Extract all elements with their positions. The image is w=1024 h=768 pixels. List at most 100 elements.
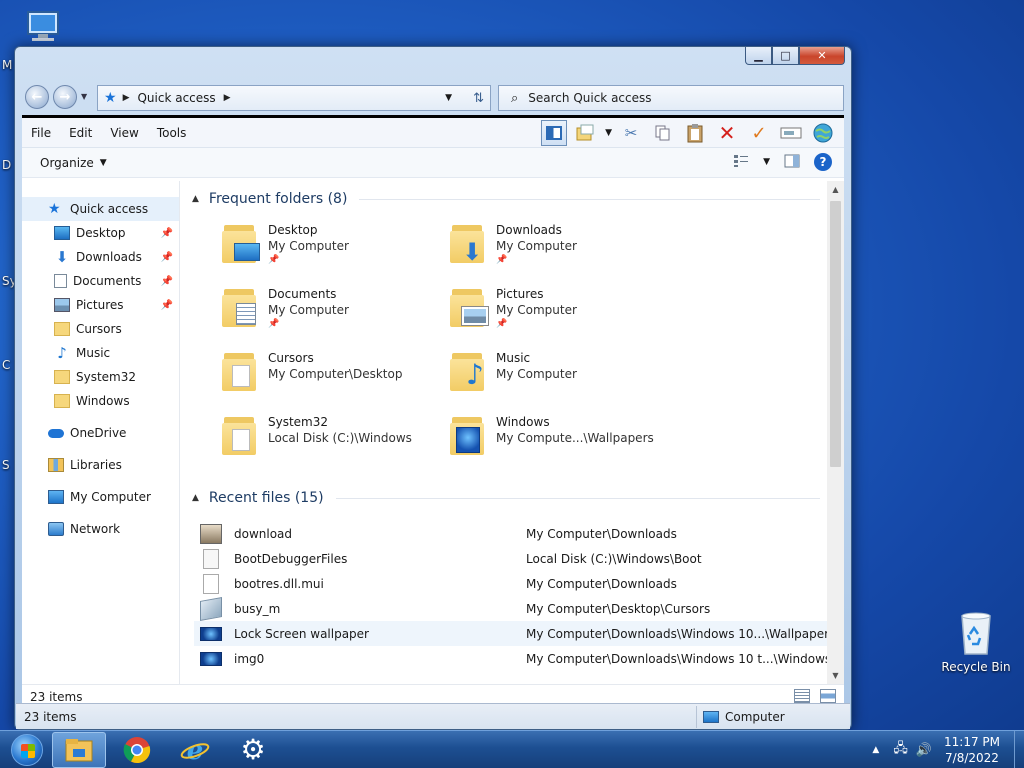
sidebar-item-my-computer[interactable]: My Computer xyxy=(22,485,179,509)
recent-file-row[interactable]: img0 My Computer\Downloads\Windows 10 t.… xyxy=(194,646,828,671)
large-icons-view-icon[interactable] xyxy=(820,689,836,703)
view-dropdown-icon[interactable]: ▼ xyxy=(763,157,770,167)
search-icon: ⌕ xyxy=(511,90,519,106)
menu-view[interactable]: View xyxy=(101,126,147,140)
search-box[interactable]: ⌕ Search Quick access xyxy=(498,85,844,111)
pin-icon: 📌 xyxy=(160,275,173,287)
sidebar-item-cursors[interactable]: Cursors xyxy=(22,317,179,341)
folder-tile-pictures[interactable]: Pictures My Computer 📌 xyxy=(450,287,670,345)
delete-button[interactable]: ✕ xyxy=(714,120,740,146)
pin-icon: 📌 xyxy=(496,255,508,265)
main-area: ★ Quick access Desktop 📌 ⬇ Downloads 📌 D… xyxy=(22,181,844,684)
collapse-triangle-icon[interactable]: ▲ xyxy=(192,493,199,503)
clock[interactable]: 11:17 PM 7/8/2022 xyxy=(940,734,1004,766)
desktop-computer-icon[interactable] xyxy=(22,10,66,50)
search-placeholder[interactable]: Search Quick access xyxy=(528,91,651,105)
help-button[interactable]: ? xyxy=(814,153,832,171)
navigation-pane: ★ Quick access Desktop 📌 ⬇ Downloads 📌 D… xyxy=(22,181,180,684)
organize-button[interactable]: Organize xyxy=(40,156,94,170)
frequent-folders-header[interactable]: ▲ Frequent folders (8) xyxy=(192,191,820,207)
show-desktop-button[interactable] xyxy=(1014,731,1024,768)
recent-file-row[interactable]: Lock Screen wallpaper My Computer\Downlo… xyxy=(194,621,828,646)
sidebar-item-network[interactable]: Network xyxy=(22,517,179,541)
preview-pane-button[interactable] xyxy=(784,154,800,171)
recent-file-row[interactable]: BootDebuggerFiles Local Disk (C:)\Window… xyxy=(194,546,828,571)
properties-dropdown-icon[interactable]: ▼ xyxy=(605,128,612,138)
recent-file-row[interactable]: download My Computer\Downloads xyxy=(194,521,828,546)
sidebar-item-system32[interactable]: System32 xyxy=(22,365,179,389)
breadcrumb-chevron-icon[interactable]: ▶ xyxy=(123,93,130,103)
collapse-triangle-icon[interactable]: ▲ xyxy=(192,194,199,204)
file-path: My Computer\Downloads\Windows 10...\Wall… xyxy=(526,626,828,641)
chrome-icon xyxy=(123,736,151,763)
internet-explorer-icon: e xyxy=(180,736,210,764)
properties-button[interactable] xyxy=(573,120,599,146)
file-name: bootres.dll.mui xyxy=(234,576,324,591)
paste-button[interactable] xyxy=(682,120,708,146)
breadcrumb-chevron-icon[interactable]: ▶ xyxy=(224,93,231,103)
refresh-icon[interactable]: ⇅ xyxy=(473,91,484,106)
recent-file-row[interactable]: busy_m My Computer\Desktop\Cursors xyxy=(194,596,828,621)
start-button[interactable] xyxy=(6,732,48,768)
vertical-scrollbar[interactable]: ▲ ▼ xyxy=(827,181,844,684)
clipboard-icon xyxy=(687,124,703,143)
folder-tile-documents[interactable]: Documents My Computer 📌 xyxy=(222,287,442,345)
taskbar-file-explorer[interactable] xyxy=(52,731,106,768)
address-location[interactable]: Quick access xyxy=(137,91,215,105)
address-dropdown-icon[interactable]: ▼ xyxy=(445,93,452,103)
sidebar-item-label: Documents xyxy=(73,274,142,288)
recent-files-header[interactable]: ▲ Recent files (15) xyxy=(192,490,820,506)
monitor-icon xyxy=(27,11,59,41)
recent-file-row[interactable]: bootres.dll.mui My Computer\Downloads xyxy=(194,571,828,596)
folder-tile-windows[interactable]: Windows My Compute...\Wallpapers xyxy=(450,415,670,473)
sidebar-item-onedrive[interactable]: OneDrive xyxy=(22,421,179,445)
sidebar-item-desktop[interactable]: Desktop 📌 xyxy=(22,221,179,245)
menu-tools[interactable]: Tools xyxy=(148,126,196,140)
taskbar-internet-explorer[interactable]: e xyxy=(168,732,222,768)
navigation-pane-button[interactable] xyxy=(541,120,568,146)
folder-tile-cursors[interactable]: Cursors My Computer\Desktop xyxy=(222,351,442,409)
sidebar-item-libraries[interactable]: Libraries xyxy=(22,453,179,477)
sidebar-item-quick-access[interactable]: ★ Quick access xyxy=(22,197,179,221)
address-bar[interactable]: ★ ▶ Quick access ▶ ▼ ⇅ xyxy=(97,85,491,111)
recycle-bin[interactable]: Recycle Bin xyxy=(940,608,1012,674)
maximize-button[interactable]: □ xyxy=(772,47,799,65)
folder-tile-music[interactable]: ♪ Music My Computer xyxy=(450,351,670,409)
menu-file[interactable]: File xyxy=(22,126,60,140)
back-button[interactable]: ← xyxy=(25,85,49,109)
close-button[interactable]: ✕ xyxy=(799,47,845,65)
organize-caret-icon[interactable]: ▼ xyxy=(100,158,107,168)
content-pane: ▲ Frequent folders (8) Desktop My Comput… xyxy=(180,181,844,684)
sidebar-item-documents[interactable]: Documents 📌 xyxy=(22,269,179,293)
network-icon[interactable]: 🖧 xyxy=(893,739,908,761)
sidebar-item-pictures[interactable]: Pictures 📌 xyxy=(22,293,179,317)
forward-button[interactable]: → xyxy=(53,85,77,109)
taskbar-settings[interactable]: ⚙ xyxy=(226,732,280,768)
minimize-button[interactable]: ▁ xyxy=(745,47,772,65)
taskbar-chrome[interactable] xyxy=(110,732,164,768)
details-view-icon[interactable] xyxy=(794,689,810,703)
sidebar-item-music[interactable]: ♪ Music xyxy=(22,341,179,365)
copy-button[interactable] xyxy=(650,120,676,146)
folder-tile-desktop[interactable]: Desktop My Computer 📌 xyxy=(222,223,442,281)
sidebar-item-downloads[interactable]: ⬇ Downloads 📌 xyxy=(22,245,179,269)
scroll-up-icon[interactable]: ▲ xyxy=(827,181,844,198)
rename-button[interactable] xyxy=(778,120,804,146)
scissors-icon: ✂ xyxy=(624,124,638,142)
show-hidden-icons-icon[interactable]: ▲ xyxy=(872,745,879,755)
tile-name: Pictures xyxy=(496,287,544,301)
sidebar-item-label: Desktop xyxy=(76,226,126,240)
speaker-icon[interactable]: 🔊 xyxy=(916,743,932,758)
menu-edit[interactable]: Edit xyxy=(60,126,101,140)
scroll-down-icon[interactable]: ▼ xyxy=(827,667,844,684)
folder-tile-downloads[interactable]: ⬇ Downloads My Computer 📌 xyxy=(450,223,670,281)
recent-locations-dropdown[interactable]: ▼ xyxy=(81,92,87,101)
folder-tile-system32[interactable]: System32 Local Disk (C:)\Windows xyxy=(222,415,442,473)
change-view-button[interactable] xyxy=(733,154,749,171)
sidebar-item-windows[interactable]: Windows xyxy=(22,389,179,413)
cut-button[interactable]: ✂ xyxy=(618,120,644,146)
scroll-thumb[interactable] xyxy=(830,201,841,467)
confirm-button[interactable]: ✓ xyxy=(746,120,772,146)
file-path: My Computer\Downloads xyxy=(526,526,677,541)
globe-button[interactable] xyxy=(810,120,836,146)
